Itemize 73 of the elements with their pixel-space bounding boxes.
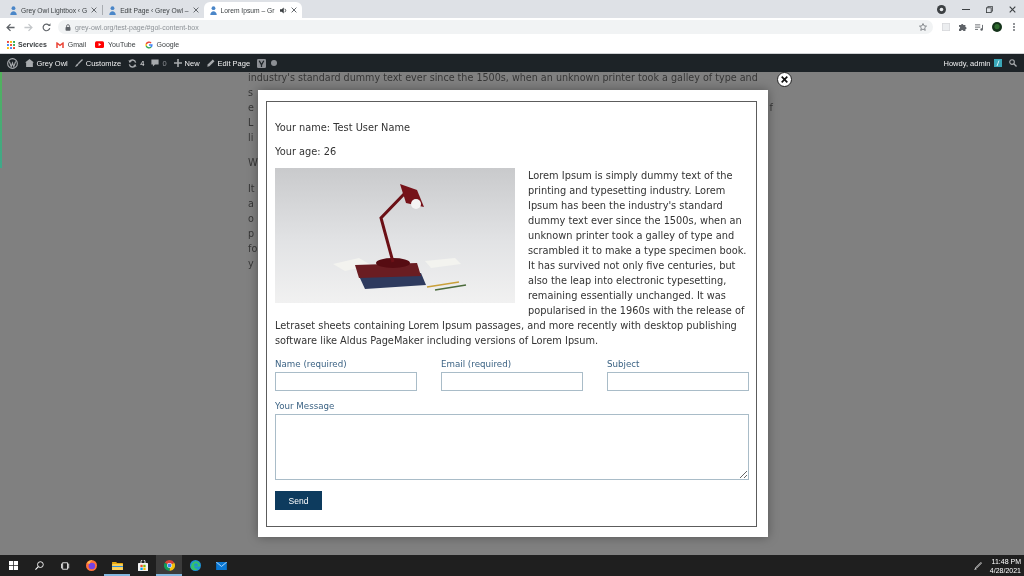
lock-icon [65,23,71,31]
background-text: a [248,196,254,211]
plugin-logo-icon[interactable] [257,58,267,68]
background-text: e [248,101,254,115]
message-field[interactable] [275,414,749,480]
pencil-icon [206,59,215,67]
windows-logo-icon[interactable] [8,561,18,570]
close-icon[interactable] [290,7,297,13]
restore-icon[interactable] [986,5,993,13]
w-logo-icon[interactable] [6,57,18,69]
background-text: L [248,116,254,130]
apps-grid-icon [7,40,15,49]
play-icon [95,41,105,48]
close-icon[interactable] [192,7,199,13]
taskbar-app-button[interactable] [156,555,182,576]
background-text: industry's standard dummy text ever since the 1500s, when an unknown printer took a galley of type and [248,72,758,85]
background-heading: W [248,156,258,170]
media-list-icon[interactable] [975,23,984,31]
star-icon[interactable] [919,23,927,31]
background-text: p [248,226,255,241]
mail-icon [55,41,64,48]
field-label: Your Message [275,401,335,412]
detail-text: Your age: 26 [275,145,338,159]
article-text: Lorem Ipsum is simply dummy text of the printing and typesetting industry. Lorem Ipsum has been the industry's standard dummy text ever since the 1500s, when an unknown printer took a galley of type and scrambled it to make a type specimen book. It has survived not only five centuries, but also the leap into electronic typesetting, remaining essentially unchanged. It was popularised in the 1960s with the release of [528,169,748,318]
site-icon [10,5,17,15]
field-label: Email (required) [441,359,512,370]
close-icon[interactable] [91,7,98,13]
envelope-icon[interactable] [215,561,227,570]
ring-icon[interactable] [937,4,946,14]
send-button[interactable]: Send [275,491,322,510]
speaker-icon[interactable] [279,6,287,14]
home-icon [24,59,34,67]
input-field[interactable] [607,372,749,391]
close-icon [781,76,788,83]
shopping-bag-icon[interactable] [138,560,148,571]
back-icon[interactable] [5,22,15,32]
avatar-icon[interactable] [991,22,1002,32]
globe-icon[interactable] [85,560,97,571]
input-field[interactable] [441,372,583,391]
detail-text: Your name: Test User Name [275,121,411,135]
site-icon [109,5,117,15]
swirl-icon[interactable] [189,560,201,571]
field-label: Name (required) [275,359,347,370]
browser-logo-icon[interactable] [163,560,175,571]
background-text: o [248,211,254,226]
article-text: Letraset sheets containing Lorem Ipsum passages, and more recently with desktop publishing software like Aldus PageMaker including versions of Lorem Ipsum. [275,319,738,348]
task-view-icon[interactable] [60,561,70,570]
pen-icon[interactable] [973,561,982,570]
status-dot-icon [271,60,278,66]
site-icon [209,5,217,15]
avatar-icon [993,59,1002,67]
background-text: fo [248,241,258,256]
puzzle-icon[interactable] [958,23,967,31]
plus-icon [173,59,182,67]
g-logo-icon [144,40,153,49]
input-field[interactable] [275,372,417,391]
minimize-icon[interactable] [962,8,970,10]
background-text: f [769,101,773,115]
background-text: It [248,181,255,196]
menu-icon[interactable] [1012,23,1015,31]
close-button[interactable] [777,72,792,87]
field-label: Subject [607,359,640,370]
background-text: li [248,131,254,145]
background-text: s [248,86,253,100]
search-icon[interactable] [1008,59,1017,67]
close-icon[interactable] [1009,5,1016,13]
speech-bubble-icon [151,59,160,67]
folder-icon[interactable] [111,561,123,570]
brush-icon [74,59,83,67]
background-text: y [248,256,254,271]
search-icon[interactable] [34,561,44,570]
reload-icon[interactable] [41,22,51,32]
refresh-icon [128,58,138,68]
